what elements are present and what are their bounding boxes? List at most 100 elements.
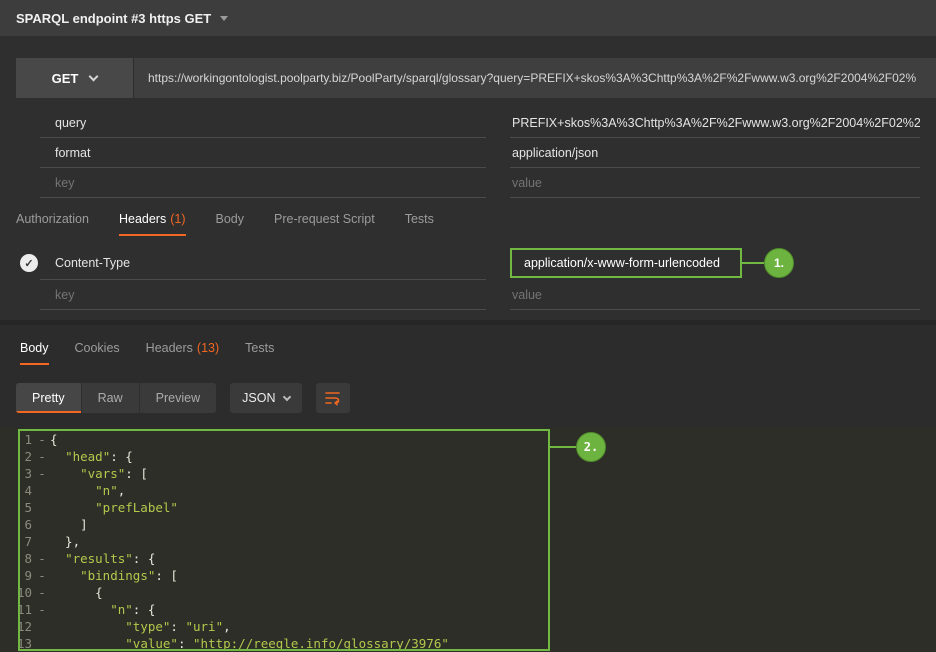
line-number: 9 xyxy=(6,567,32,584)
headers-table: ✓ Content-Type application/x-www-form-ur… xyxy=(0,246,936,310)
response-body-editor[interactable]: 1-{2- "head": {3- "vars": [4 "n",5 "pref… xyxy=(0,427,936,652)
response-tab-headers-count: (13) xyxy=(197,341,219,355)
line-number: 3 xyxy=(6,465,32,482)
fold-toggle-icon[interactable]: - xyxy=(34,465,50,482)
request-title: SPARQL endpoint #3 https GET xyxy=(16,11,211,26)
code-text: "bindings": [ xyxy=(50,568,178,583)
annotation-badge-2: 2. xyxy=(576,432,606,462)
fold-toggle-icon[interactable]: - xyxy=(34,431,50,448)
code-text: "head": { xyxy=(50,449,133,464)
line-number: 1 xyxy=(6,431,32,448)
code-line: 2- "head": { xyxy=(0,448,936,465)
chevron-down-icon xyxy=(283,392,291,400)
param-value-query[interactable]: PREFIX+skos%3A%3Chttp%3A%2F%2Fwww.w3.org… xyxy=(510,108,920,138)
line-number: 10 xyxy=(6,584,32,601)
code-text: }, xyxy=(50,534,80,549)
annotation-connector-1 xyxy=(742,262,764,264)
line-number: 4 xyxy=(6,482,32,499)
response-tab-cookies[interactable]: Cookies xyxy=(75,341,120,365)
url-row: GET https://workingontologist.poolparty.… xyxy=(16,58,936,98)
code-line: 8- "results": { xyxy=(0,550,936,567)
tab-authorization[interactable]: Authorization xyxy=(16,212,89,236)
header-row-content-type: ✓ Content-Type application/x-www-form-ur… xyxy=(0,246,936,280)
line-number: 8 xyxy=(6,550,32,567)
tab-tests[interactable]: Tests xyxy=(405,212,434,236)
code-line: 11- "n": { xyxy=(0,601,936,618)
view-mode-group: Pretty Raw Preview xyxy=(16,383,216,413)
tab-body[interactable]: Body xyxy=(216,212,245,236)
param-value-empty[interactable]: value xyxy=(510,168,920,198)
response-tab-body[interactable]: Body xyxy=(20,341,49,365)
line-number: 7 xyxy=(6,533,32,550)
line-number: 12 xyxy=(6,618,32,635)
request-tabs: Authorization Headers (1) Body Pre-reques… xyxy=(16,212,434,236)
fold-toggle-icon[interactable]: - xyxy=(34,601,50,618)
tab-pre-request-script[interactable]: Pre-request Script xyxy=(274,212,375,236)
annotation-connector-2 xyxy=(550,446,576,448)
code-line: 5 "prefLabel" xyxy=(0,499,936,516)
header-value: application/x-www-form-urlencoded xyxy=(524,256,720,270)
view-mode-preview[interactable]: Preview xyxy=(140,383,216,413)
tab-headers-count: (1) xyxy=(170,212,185,226)
response-view-toolbar: Pretty Raw Preview JSON xyxy=(16,383,350,413)
code-text: { xyxy=(50,432,58,447)
title-caret-icon[interactable] xyxy=(220,16,228,21)
chevron-down-icon xyxy=(89,71,99,81)
code-text: ] xyxy=(50,517,88,532)
response-tab-headers[interactable]: Headers (13) xyxy=(146,341,219,365)
format-label: JSON xyxy=(242,391,275,405)
line-number: 2 xyxy=(6,448,32,465)
annotation-box-1[interactable]: application/x-www-form-urlencoded xyxy=(510,248,742,278)
code-text: "n", xyxy=(50,483,125,498)
code-line: 3- "vars": [ xyxy=(0,465,936,482)
code-line: 4 "n", xyxy=(0,482,936,499)
fold-toggle-icon[interactable]: - xyxy=(34,567,50,584)
code-lines: 1-{2- "head": {3- "vars": [4 "n",5 "pref… xyxy=(0,431,936,652)
fold-toggle-icon[interactable]: - xyxy=(34,584,50,601)
line-number: 5 xyxy=(6,499,32,516)
method-dropdown[interactable]: GET xyxy=(16,58,134,98)
annotation-badge-1: 1. xyxy=(764,248,794,278)
line-number: 11 xyxy=(6,601,32,618)
code-line: 9- "bindings": [ xyxy=(0,567,936,584)
header-value-empty[interactable]: value xyxy=(510,280,920,310)
param-key-empty[interactable]: key xyxy=(40,168,486,198)
url-input[interactable]: https://workingontologist.poolparty.biz/… xyxy=(134,58,936,98)
param-value-format[interactable]: application/json xyxy=(510,138,920,168)
code-text: "vars": [ xyxy=(50,466,148,481)
param-key-format[interactable]: format xyxy=(40,138,486,168)
response-tab-tests[interactable]: Tests xyxy=(245,341,274,365)
view-mode-raw[interactable]: Raw xyxy=(82,383,140,413)
code-line: 7 }, xyxy=(0,533,936,550)
param-row-format: format application/json xyxy=(0,138,936,168)
code-text: "prefLabel" xyxy=(50,500,178,515)
check-icon[interactable]: ✓ xyxy=(20,254,38,272)
header-value-area: application/x-www-form-urlencoded 1. xyxy=(510,248,936,278)
response-panel: Body Cookies Headers (13) Tests Pretty Ra… xyxy=(0,320,936,652)
code-line: 6 ] xyxy=(0,516,936,533)
code-text: "value": "http://reegle.info/glossary/39… xyxy=(50,636,449,651)
code-line: 12 "type": "uri", xyxy=(0,618,936,635)
response-tab-headers-label: Headers xyxy=(146,341,193,355)
code-text: "type": "uri", xyxy=(50,619,231,634)
code-line: 10- { xyxy=(0,584,936,601)
line-number: 13 xyxy=(6,635,32,652)
tab-headers[interactable]: Headers (1) xyxy=(119,212,186,236)
tab-headers-label: Headers xyxy=(119,212,166,226)
view-mode-pretty[interactable]: Pretty xyxy=(16,383,82,413)
wrap-text-button[interactable] xyxy=(316,383,350,413)
wrap-text-icon xyxy=(325,391,341,406)
fold-toggle-icon[interactable]: - xyxy=(34,550,50,567)
code-text: "results": { xyxy=(50,551,155,566)
code-text: { xyxy=(50,585,103,600)
param-key-query[interactable]: query xyxy=(40,108,486,138)
method-label: GET xyxy=(52,71,79,86)
line-number: 6 xyxy=(6,516,32,533)
header-key-empty[interactable]: key xyxy=(40,280,486,310)
params-table: query PREFIX+skos%3A%3Chttp%3A%2F%2Fwww.… xyxy=(0,108,936,198)
header-key[interactable]: Content-Type xyxy=(40,246,486,280)
header-row-empty: key value xyxy=(0,280,936,310)
code-text: "n": { xyxy=(50,602,155,617)
fold-toggle-icon[interactable]: - xyxy=(34,448,50,465)
format-dropdown[interactable]: JSON xyxy=(230,383,302,413)
